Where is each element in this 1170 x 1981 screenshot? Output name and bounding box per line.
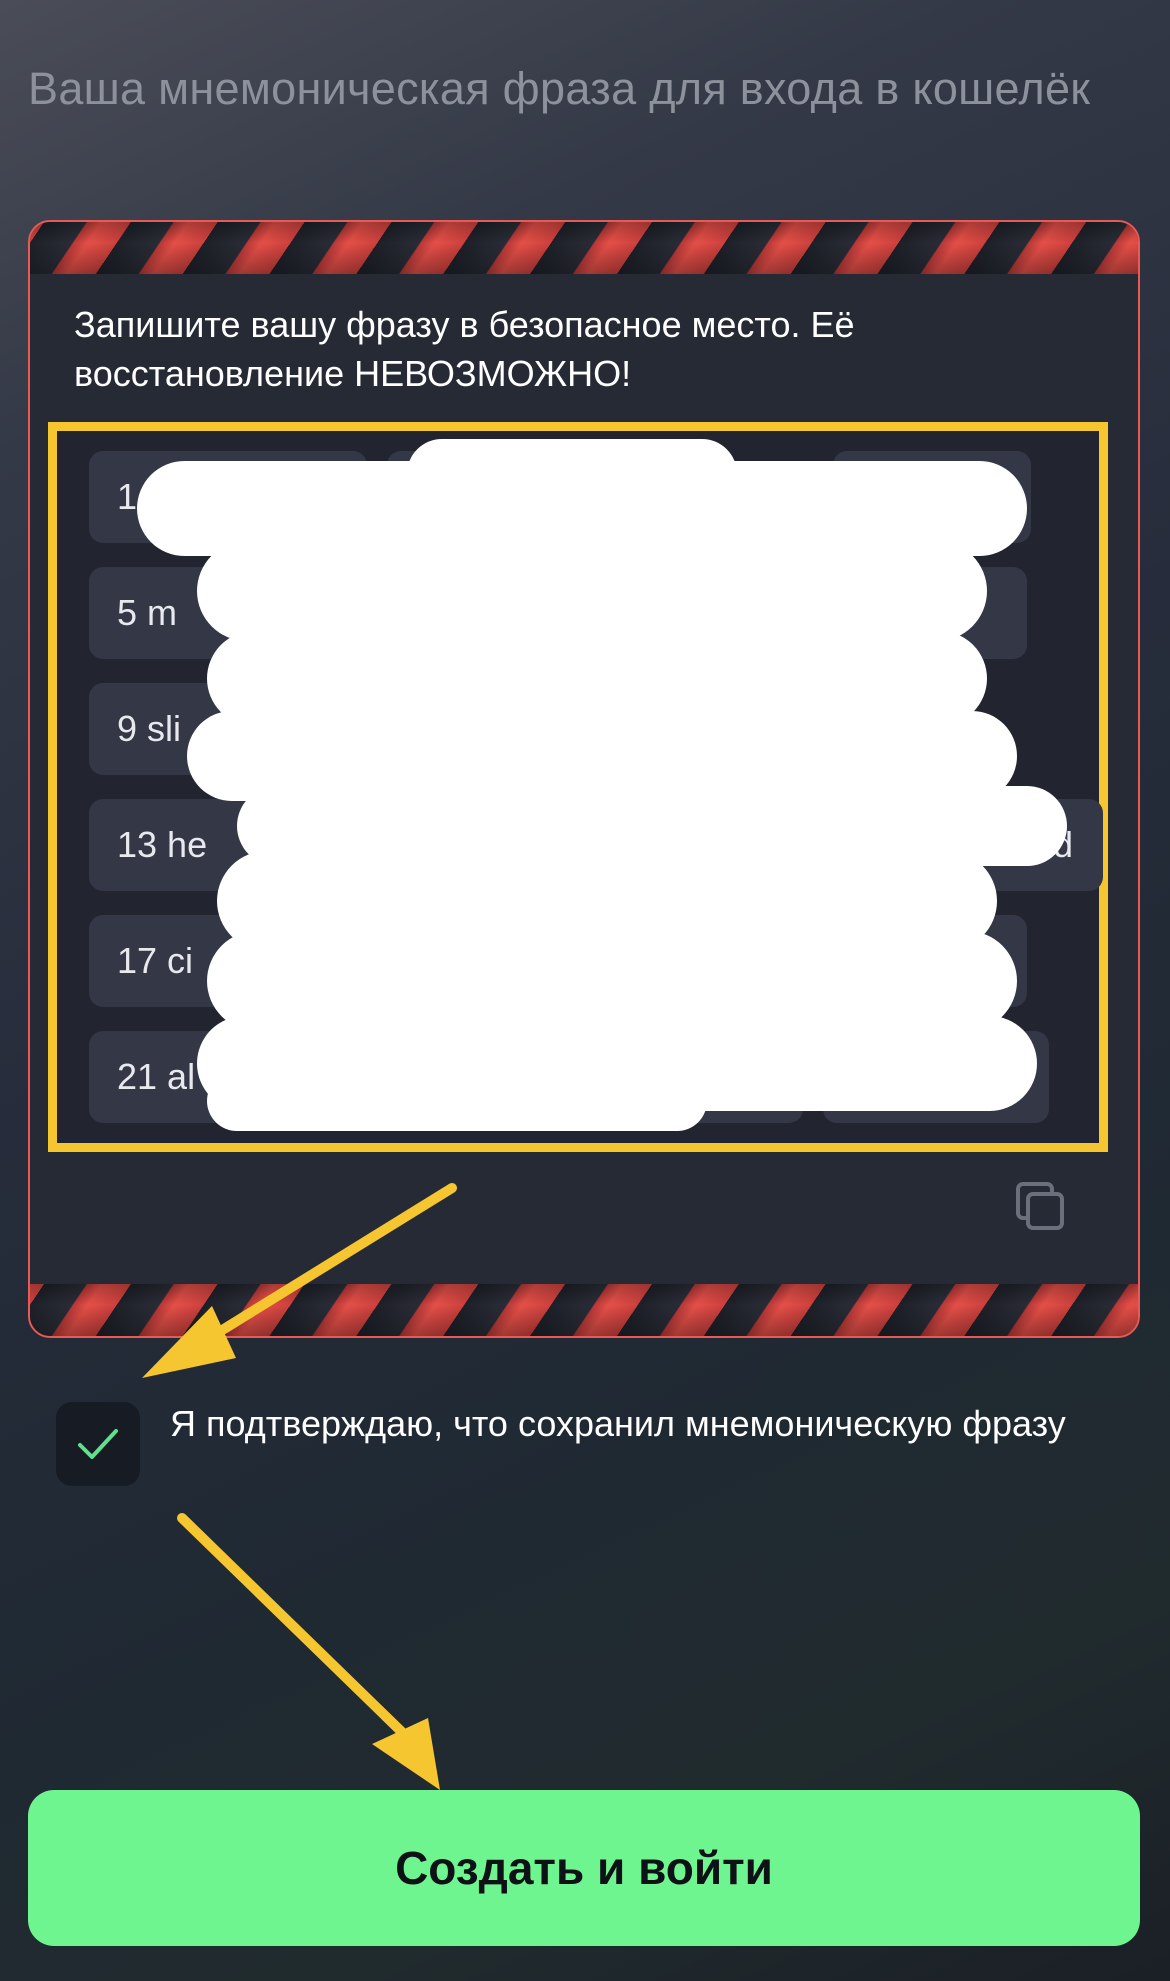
confirm-label: Я подтверждаю, что сохранил мнемоническу…	[170, 1403, 1066, 1444]
create-and-login-button[interactable]: Создать и войти	[28, 1790, 1140, 1946]
copy-icon[interactable]	[1014, 1180, 1068, 1234]
warning-stripes-bottom	[30, 1284, 1138, 1336]
redaction-mark	[207, 1071, 707, 1131]
arrow-to-button	[177, 1513, 440, 1790]
confirm-saved-row[interactable]: Я подтверждаю, что сохранил мнемоническу…	[56, 1400, 1136, 1500]
mnemonic-warning-card: Запишите вашу фразу в безопасное место. …	[28, 220, 1140, 1338]
mnemonic-highlight-frame: 1 roll 5 m 9 sli 13 he nd 17 ci 21 al t	[48, 422, 1108, 1152]
check-icon	[78, 1429, 118, 1459]
redaction-mark	[197, 541, 987, 641]
warning-text: Запишите вашу фразу в безопасное место. …	[74, 304, 855, 394]
confirm-checkbox[interactable]	[56, 1402, 140, 1486]
page-title: Ваша мнемоническая фраза для входа в кош…	[28, 63, 1091, 114]
warning-stripes-top	[30, 222, 1138, 274]
